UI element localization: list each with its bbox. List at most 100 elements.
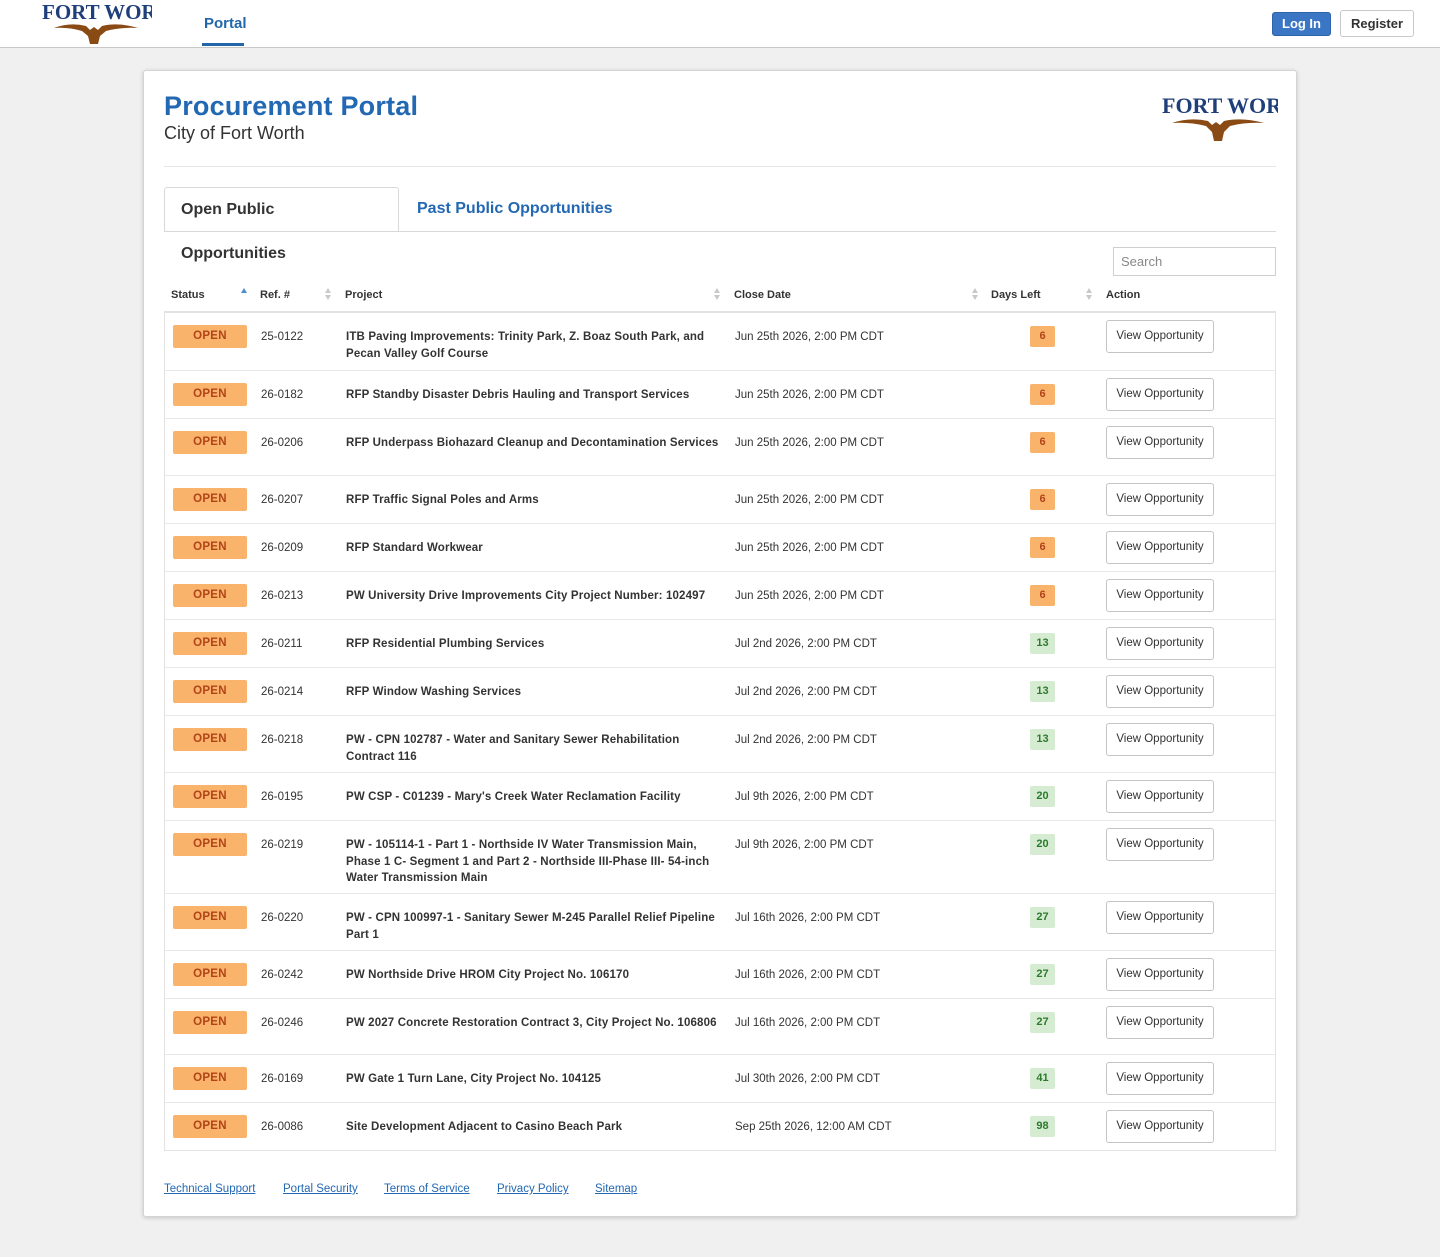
- close-date: Jul 16th 2026, 2:00 PM CDT: [735, 969, 881, 981]
- search-input[interactable]: [1113, 247, 1276, 276]
- project-name: PW - 105114-1 - Part 1 - Northside IV Wa…: [346, 839, 710, 885]
- login-button[interactable]: Log In: [1272, 12, 1331, 36]
- project-name: PW 2027 Concrete Restoration Contract 3,…: [346, 1017, 717, 1029]
- view-opportunity-button[interactable]: View Opportunity: [1106, 958, 1214, 991]
- status-badge: OPEN: [173, 325, 247, 348]
- fort-worth-logo[interactable]: FORT WORTH.: [40, 0, 152, 46]
- days-left-badge: 6: [1030, 326, 1055, 347]
- project-name: RFP Underpass Biohazard Cleanup and Deco…: [346, 437, 719, 449]
- column-header-ref[interactable]: Ref. #: [260, 289, 290, 301]
- status-badge: OPEN: [173, 383, 247, 406]
- project-name: PW Northside Drive HROM City Project No.…: [346, 969, 630, 981]
- sort-icon[interactable]: [972, 288, 979, 302]
- status-badge: OPEN: [173, 1067, 247, 1090]
- active-tab-indicator: [202, 43, 244, 46]
- days-left-badge: 98: [1030, 1116, 1055, 1137]
- view-opportunity-button[interactable]: View Opportunity: [1106, 579, 1214, 612]
- view-opportunity-button[interactable]: View Opportunity: [1106, 1062, 1214, 1095]
- close-date: Jun 25th 2026, 2:00 PM CDT: [735, 542, 884, 554]
- table-row: OPEN 26-0211 RFP Residential Plumbing Serv…: [165, 619, 1275, 667]
- status-badge: OPEN: [173, 680, 247, 703]
- column-header-close-date[interactable]: Close Date: [734, 289, 791, 301]
- column-header-status[interactable]: Status: [171, 289, 205, 301]
- tab-open-opportunities[interactable]: Open Public Opportunities: [164, 187, 399, 262]
- view-opportunity-button[interactable]: View Opportunity: [1106, 780, 1214, 813]
- days-left-badge: 6: [1030, 537, 1055, 558]
- ref-number: 26-0246: [261, 1017, 304, 1029]
- ref-number: 26-0086: [261, 1121, 304, 1133]
- footer-link-portal-security[interactable]: Portal Security: [283, 1183, 358, 1195]
- days-left-badge: 27: [1030, 907, 1055, 928]
- opportunities-table: Status Ref. # Project Close Date Days Le…: [164, 283, 1276, 1151]
- table-row: OPEN 26-0220 PW - CPN 100997-1 - Sanitary …: [165, 893, 1275, 950]
- table-row: OPEN 26-0218 PW - CPN 102787 - Water and S…: [165, 715, 1275, 772]
- view-opportunity-button[interactable]: View Opportunity: [1106, 1110, 1214, 1143]
- ref-number: 26-0211: [261, 638, 303, 650]
- column-header-days-left[interactable]: Days Left: [991, 289, 1041, 301]
- ref-number: 26-0214: [261, 686, 304, 698]
- days-left-badge: 27: [1030, 964, 1055, 985]
- ref-number: 25-0122: [261, 331, 304, 343]
- table-row: OPEN 26-0214 RFP Window Washing Services Ju…: [165, 667, 1275, 715]
- project-name: PW - CPN 100997-1 - Sanitary Sewer M-245…: [346, 912, 715, 941]
- close-date: Jul 9th 2026, 2:00 PM CDT: [735, 791, 874, 803]
- view-opportunity-button[interactable]: View Opportunity: [1106, 901, 1214, 934]
- project-name: RFP Standby Disaster Debris Hauling and …: [346, 389, 690, 401]
- close-date: Jun 25th 2026, 2:00 PM CDT: [735, 389, 884, 401]
- ref-number: 26-0206: [261, 437, 304, 449]
- ref-number: 26-0220: [261, 912, 304, 924]
- column-header-action: Action: [1106, 289, 1141, 301]
- status-badge: OPEN: [173, 785, 247, 808]
- view-opportunity-button[interactable]: View Opportunity: [1106, 320, 1214, 353]
- view-opportunity-button[interactable]: View Opportunity: [1106, 675, 1214, 708]
- page-subtitle: City of Fort Worth: [164, 123, 305, 143]
- project-name: PW - CPN 102787 - Water and Sanitary Sew…: [346, 734, 680, 763]
- project-name: PW University Drive Improvements City Pr…: [346, 590, 706, 602]
- table-row: OPEN 26-0207 RFP Traffic Signal Poles and …: [165, 475, 1275, 523]
- view-opportunity-button[interactable]: View Opportunity: [1106, 1006, 1214, 1039]
- status-badge: OPEN: [173, 632, 247, 655]
- close-date: Jun 25th 2026, 2:00 PM CDT: [735, 494, 884, 506]
- register-button[interactable]: Register: [1340, 10, 1414, 37]
- tab-past-opportunities[interactable]: Past Public Opportunities: [401, 187, 629, 232]
- view-opportunity-button[interactable]: View Opportunity: [1106, 627, 1214, 660]
- footer-link-privacy-policy[interactable]: Privacy Policy: [497, 1183, 569, 1195]
- footer-link-terms-of-service[interactable]: Terms of Service: [384, 1183, 470, 1195]
- table-row: OPEN 26-0246 PW 2027 Concrete Restoration …: [165, 998, 1275, 1054]
- view-opportunity-button[interactable]: View Opportunity: [1106, 378, 1214, 411]
- status-badge: OPEN: [173, 488, 247, 511]
- sort-icon[interactable]: [325, 288, 332, 302]
- ref-number: 26-0169: [261, 1073, 304, 1085]
- sort-icon[interactable]: [1086, 288, 1093, 302]
- project-name: PW CSP - C01239 - Mary's Creek Water Rec…: [346, 791, 681, 803]
- footer-link-technical-support[interactable]: Technical Support: [164, 1183, 255, 1195]
- project-name: RFP Window Washing Services: [346, 686, 522, 698]
- page-title: Procurement Portal: [164, 91, 419, 121]
- days-left-badge: 20: [1030, 834, 1055, 855]
- project-name: ITB Paving Improvements: Trinity Park, Z…: [346, 331, 705, 360]
- close-date: Jun 25th 2026, 2:00 PM CDT: [735, 331, 884, 343]
- table-row: OPEN 26-0182 RFP Standby Disaster Debris H…: [165, 370, 1275, 418]
- portal-nav-tab[interactable]: Portal: [204, 15, 247, 32]
- footer-link-sitemap[interactable]: Sitemap: [595, 1183, 637, 1195]
- close-date: Jul 2nd 2026, 2:00 PM CDT: [735, 638, 877, 650]
- view-opportunity-button[interactable]: View Opportunity: [1106, 531, 1214, 564]
- view-opportunity-button[interactable]: View Opportunity: [1106, 723, 1214, 756]
- days-left-badge: 13: [1030, 633, 1055, 654]
- view-opportunity-button[interactable]: View Opportunity: [1106, 828, 1214, 861]
- table-body: OPEN 25-0122 ITB Paving Improvements: Trin…: [164, 313, 1276, 1151]
- project-name: RFP Traffic Signal Poles and Arms: [346, 494, 539, 506]
- top-navbar: FORT WORTH. Portal Log In Register: [0, 0, 1440, 48]
- days-left-badge: 20: [1030, 786, 1055, 807]
- sort-icon[interactable]: [714, 288, 721, 302]
- header-divider: [164, 166, 1276, 167]
- view-opportunity-button[interactable]: View Opportunity: [1106, 483, 1214, 516]
- ref-number: 26-0242: [261, 969, 304, 981]
- status-badge: OPEN: [173, 728, 247, 751]
- view-opportunity-button[interactable]: View Opportunity: [1106, 426, 1214, 459]
- sort-asc-icon[interactable]: [241, 288, 248, 302]
- days-left-badge: 13: [1030, 681, 1055, 702]
- column-header-project[interactable]: Project: [345, 289, 382, 301]
- status-badge: OPEN: [173, 431, 247, 454]
- table-row: OPEN 26-0195 PW CSP - C01239 - Mary's Cree…: [165, 772, 1275, 820]
